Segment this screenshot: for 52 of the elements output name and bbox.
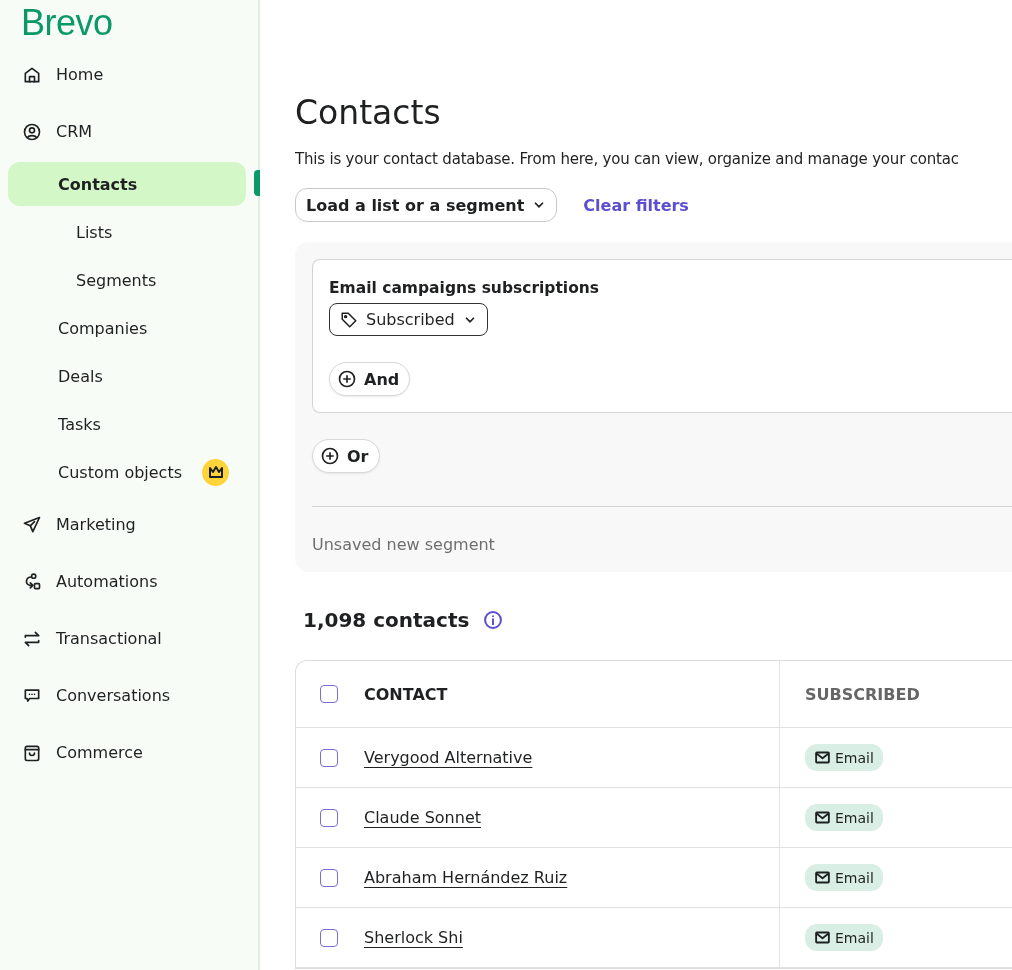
channel-tag: Email (805, 924, 883, 951)
sidebar-item[interactable]: Home (8, 52, 246, 97)
and-button[interactable]: And (329, 362, 411, 396)
or-button[interactable]: Or (312, 439, 380, 473)
sidebar-item[interactable]: Companies (8, 306, 246, 350)
sidebar-item[interactable]: Contacts (8, 162, 246, 206)
mail-icon (814, 809, 831, 826)
sidebar-item[interactable]: Deals (8, 354, 246, 398)
page-description: This is your contact database. From here, you can view, organize and manage your contac (295, 150, 959, 168)
brand-logo: Brevo (21, 4, 113, 45)
mail-icon (814, 869, 831, 886)
plus-circle-icon (338, 370, 356, 388)
contact-name-link[interactable]: Verygood Alternative (364, 748, 533, 767)
row-checkbox[interactable] (320, 868, 338, 887)
sidebar-item[interactable]: Custom objects (8, 450, 246, 494)
contact-name-link[interactable]: Claude Sonnet (364, 808, 481, 827)
load-segment-dropdown[interactable]: Load a list or a segment (295, 188, 558, 222)
mail-icon (814, 929, 831, 946)
info-icon[interactable] (483, 610, 504, 630)
sidebar-item[interactable]: CRM (8, 109, 246, 154)
channel-tag: Email (805, 804, 883, 831)
sidebar-item[interactable]: Segments (8, 258, 246, 302)
plus-circle-icon (321, 447, 339, 465)
mail-icon (814, 749, 831, 766)
sidebar-item[interactable]: Automations (8, 559, 246, 604)
row-checkbox[interactable] (320, 808, 338, 827)
column-header: SUBSCRIBED (805, 684, 920, 704)
sidebar-item[interactable]: Conversations (8, 673, 246, 718)
clear-filters-link[interactable]: Clear filters (583, 195, 689, 215)
channel-tag: Email (805, 744, 883, 771)
tag-icon (340, 310, 358, 329)
contact-name-link[interactable]: Abraham Hernández Ruiz (364, 868, 568, 887)
select-all-checkbox[interactable] (320, 685, 338, 703)
sidebar-item[interactable]: Lists (8, 210, 246, 254)
page-title: Contacts (295, 93, 441, 132)
contacts-count: 1,098 contacts (303, 608, 470, 632)
sidebar-item[interactable]: Transactional (8, 616, 246, 661)
filter-dropdown[interactable]: Subscribed (329, 303, 488, 336)
send-icon (22, 514, 42, 535)
user-icon (22, 121, 42, 142)
sidebar-item[interactable]: Marketing (8, 502, 246, 547)
sidebar-item[interactable]: Tasks (8, 402, 246, 446)
active-indicator (254, 170, 260, 196)
segment-name: Unsaved new segment (312, 535, 495, 554)
channel-tag: Email (805, 864, 883, 891)
row-checkbox[interactable] (320, 928, 338, 947)
repeat-icon (22, 628, 42, 649)
row-checkbox[interactable] (320, 748, 338, 767)
contact-name-link[interactable]: Sherlock Shi (364, 928, 463, 947)
column-header: CONTACT (364, 684, 448, 704)
filter-title: Email campaigns subscriptions (329, 279, 600, 297)
sidebar-item[interactable]: Commerce (8, 730, 246, 775)
